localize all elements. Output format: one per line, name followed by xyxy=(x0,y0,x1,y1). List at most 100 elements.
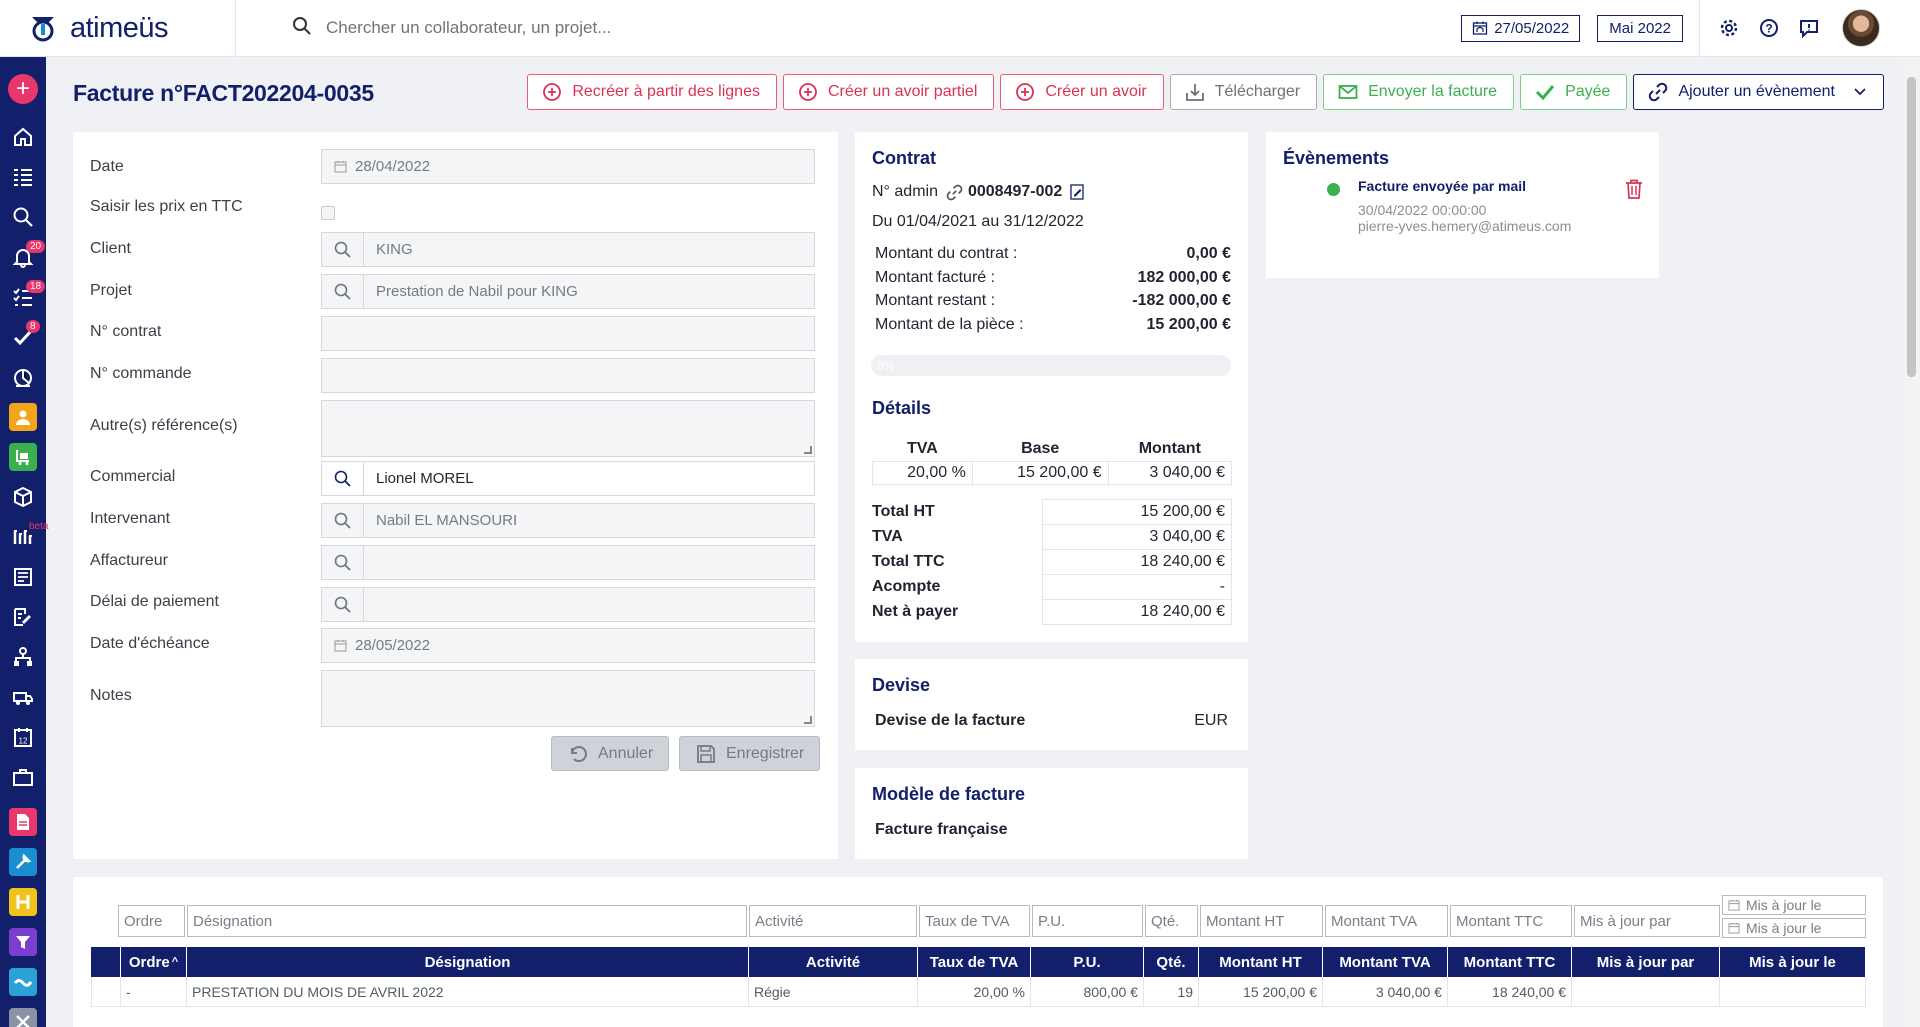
trash-icon[interactable] xyxy=(1625,179,1643,199)
filter-unit-price[interactable]: P.U. xyxy=(1032,905,1143,937)
events-panel: Évènements Facture envoyée par mail 30/0… xyxy=(1266,132,1659,278)
search-icon[interactable] xyxy=(322,588,364,621)
filter-activity[interactable]: Activité xyxy=(749,905,917,937)
ttc-checkbox[interactable] xyxy=(321,206,335,220)
project-label: Projet xyxy=(90,282,132,299)
search-icon[interactable] xyxy=(0,197,46,237)
recreate-from-lines-button[interactable]: Recréer à partir des lignes xyxy=(527,74,777,110)
home-icon[interactable] xyxy=(0,117,46,157)
client-field[interactable]: KING xyxy=(321,232,815,267)
table-row[interactable]: - PRESTATION DU MOIS DE AVRIL 2022 Régie… xyxy=(91,977,1866,1007)
header-designation[interactable]: Désignation xyxy=(187,947,749,977)
scrollbar-thumb[interactable] xyxy=(1907,77,1916,377)
current-date-button[interactable]: 27/05/2022 xyxy=(1461,14,1581,42)
consultant-field[interactable]: Nabil EL MANSOURI xyxy=(321,503,815,538)
tools-icon[interactable] xyxy=(9,848,37,876)
user-avatar[interactable] xyxy=(1842,9,1880,47)
send-invoice-button[interactable]: Envoyer la facture xyxy=(1323,74,1515,110)
current-month-button[interactable]: Mai 2022 xyxy=(1597,14,1683,42)
logo-h-icon[interactable] xyxy=(9,888,37,916)
deposit-label: Acompte xyxy=(872,578,941,595)
other-references-field[interactable] xyxy=(321,400,815,457)
check-icon[interactable]: 8 xyxy=(0,317,46,357)
filter-icon[interactable] xyxy=(9,928,37,956)
plus-circle-icon xyxy=(798,82,818,102)
check-icon xyxy=(1535,82,1555,102)
header-activity[interactable]: Activité xyxy=(749,947,918,977)
date-field[interactable]: 28/04/2022 xyxy=(321,149,815,184)
filter-amount-ht[interactable]: Montant HT xyxy=(1200,905,1323,937)
header-quantity[interactable]: Qté. xyxy=(1144,947,1199,977)
header-amount-ht[interactable]: Montant HT xyxy=(1199,947,1323,977)
create-credit-button[interactable]: Créer un avoir xyxy=(1000,74,1164,110)
add-event-button[interactable]: Ajouter un évènement xyxy=(1633,74,1884,110)
logo[interactable]: atimeüs xyxy=(0,0,236,57)
page-scrollbar[interactable] xyxy=(1903,57,1920,1027)
project-field[interactable]: Prestation de Nabil pour KING xyxy=(321,274,815,309)
analytics-icon[interactable] xyxy=(0,357,46,397)
header-updated-by[interactable]: Mis à jour par xyxy=(1572,947,1720,977)
global-search[interactable]: Chercher un collaborateur, un projet... xyxy=(236,16,1461,40)
wave-icon[interactable] xyxy=(9,968,37,996)
filter-vat-rate[interactable]: Taux de TVA xyxy=(919,905,1030,937)
cancel-button[interactable]: Annuler xyxy=(551,736,670,771)
filter-updated-from[interactable]: Mis à jour le xyxy=(1722,895,1866,915)
order-field[interactable] xyxy=(321,358,815,393)
edit-icon[interactable] xyxy=(1070,184,1085,200)
filter-amount-vat[interactable]: Montant TVA xyxy=(1325,905,1448,937)
filter-order[interactable]: Ordre xyxy=(118,905,185,937)
amount-header: Montant xyxy=(1138,440,1201,458)
filter-updated-to[interactable]: Mis à jour le xyxy=(1722,918,1866,938)
due-date-field[interactable]: 28/05/2022 xyxy=(321,628,815,663)
people-icon[interactable] xyxy=(9,403,37,431)
factor-field[interactable] xyxy=(321,545,815,580)
calendar-icon[interactable]: 12 xyxy=(0,717,46,757)
resize-handle[interactable] xyxy=(804,446,812,454)
edit-document-icon[interactable] xyxy=(0,597,46,637)
calendar-icon xyxy=(334,160,347,173)
bell-icon[interactable]: 20 xyxy=(0,237,46,277)
contract-field[interactable] xyxy=(321,316,815,351)
header-amount-vat[interactable]: Montant TVA xyxy=(1323,947,1448,977)
settings-tools-icon[interactable] xyxy=(9,1008,37,1027)
filter-designation[interactable]: Désignation xyxy=(187,905,747,937)
feedback-icon[interactable] xyxy=(1798,17,1820,39)
sales-field[interactable]: Lionel MOREL xyxy=(321,461,815,496)
list-icon[interactable] xyxy=(0,157,46,197)
planning-icon[interactable]: beta xyxy=(0,517,48,557)
search-icon[interactable] xyxy=(322,462,364,495)
filter-quantity[interactable]: Qté. xyxy=(1145,905,1198,937)
document-list-icon[interactable] xyxy=(0,557,46,597)
search-icon[interactable] xyxy=(322,275,364,308)
filter-amount-ttc[interactable]: Montant TTC xyxy=(1450,905,1572,937)
box-icon[interactable] xyxy=(0,477,46,517)
briefcase-icon[interactable] xyxy=(0,757,46,797)
tasks-icon[interactable]: 18 xyxy=(0,277,46,317)
paid-button[interactable]: Payée xyxy=(1520,74,1628,110)
payment-delay-field[interactable] xyxy=(321,587,815,622)
notes-field[interactable] xyxy=(321,670,815,727)
search-input[interactable]: Chercher un collaborateur, un projet... xyxy=(326,18,611,38)
search-icon[interactable] xyxy=(322,504,364,537)
create-partial-credit-button[interactable]: Créer un avoir partiel xyxy=(782,74,995,110)
save-button[interactable]: Enregistrer xyxy=(679,736,821,771)
gear-icon[interactable] xyxy=(1718,17,1740,39)
delivery-icon[interactable] xyxy=(0,677,46,717)
header-vat-rate[interactable]: Taux de TVA xyxy=(918,947,1031,977)
org-chart-icon[interactable] xyxy=(0,637,46,677)
invoice-icon[interactable] xyxy=(9,808,37,836)
add-icon[interactable]: + xyxy=(8,74,38,104)
link-icon[interactable] xyxy=(946,184,963,201)
search-icon[interactable] xyxy=(322,233,364,266)
download-button[interactable]: Télécharger xyxy=(1169,74,1318,110)
header-order[interactable]: Ordre ^ xyxy=(121,947,187,977)
header-unit-price[interactable]: P.U. xyxy=(1031,947,1144,977)
help-icon[interactable]: ? xyxy=(1758,17,1780,39)
net-to-pay-label: Net à payer xyxy=(872,603,959,620)
cart-icon[interactable] xyxy=(9,443,37,471)
search-icon[interactable] xyxy=(322,546,364,579)
header-amount-ttc[interactable]: Montant TTC xyxy=(1448,947,1572,977)
resize-handle[interactable] xyxy=(804,716,812,724)
filter-updated-by[interactable]: Mis à jour par xyxy=(1574,905,1720,937)
header-updated-at[interactable]: Mis à jour le xyxy=(1720,947,1866,977)
